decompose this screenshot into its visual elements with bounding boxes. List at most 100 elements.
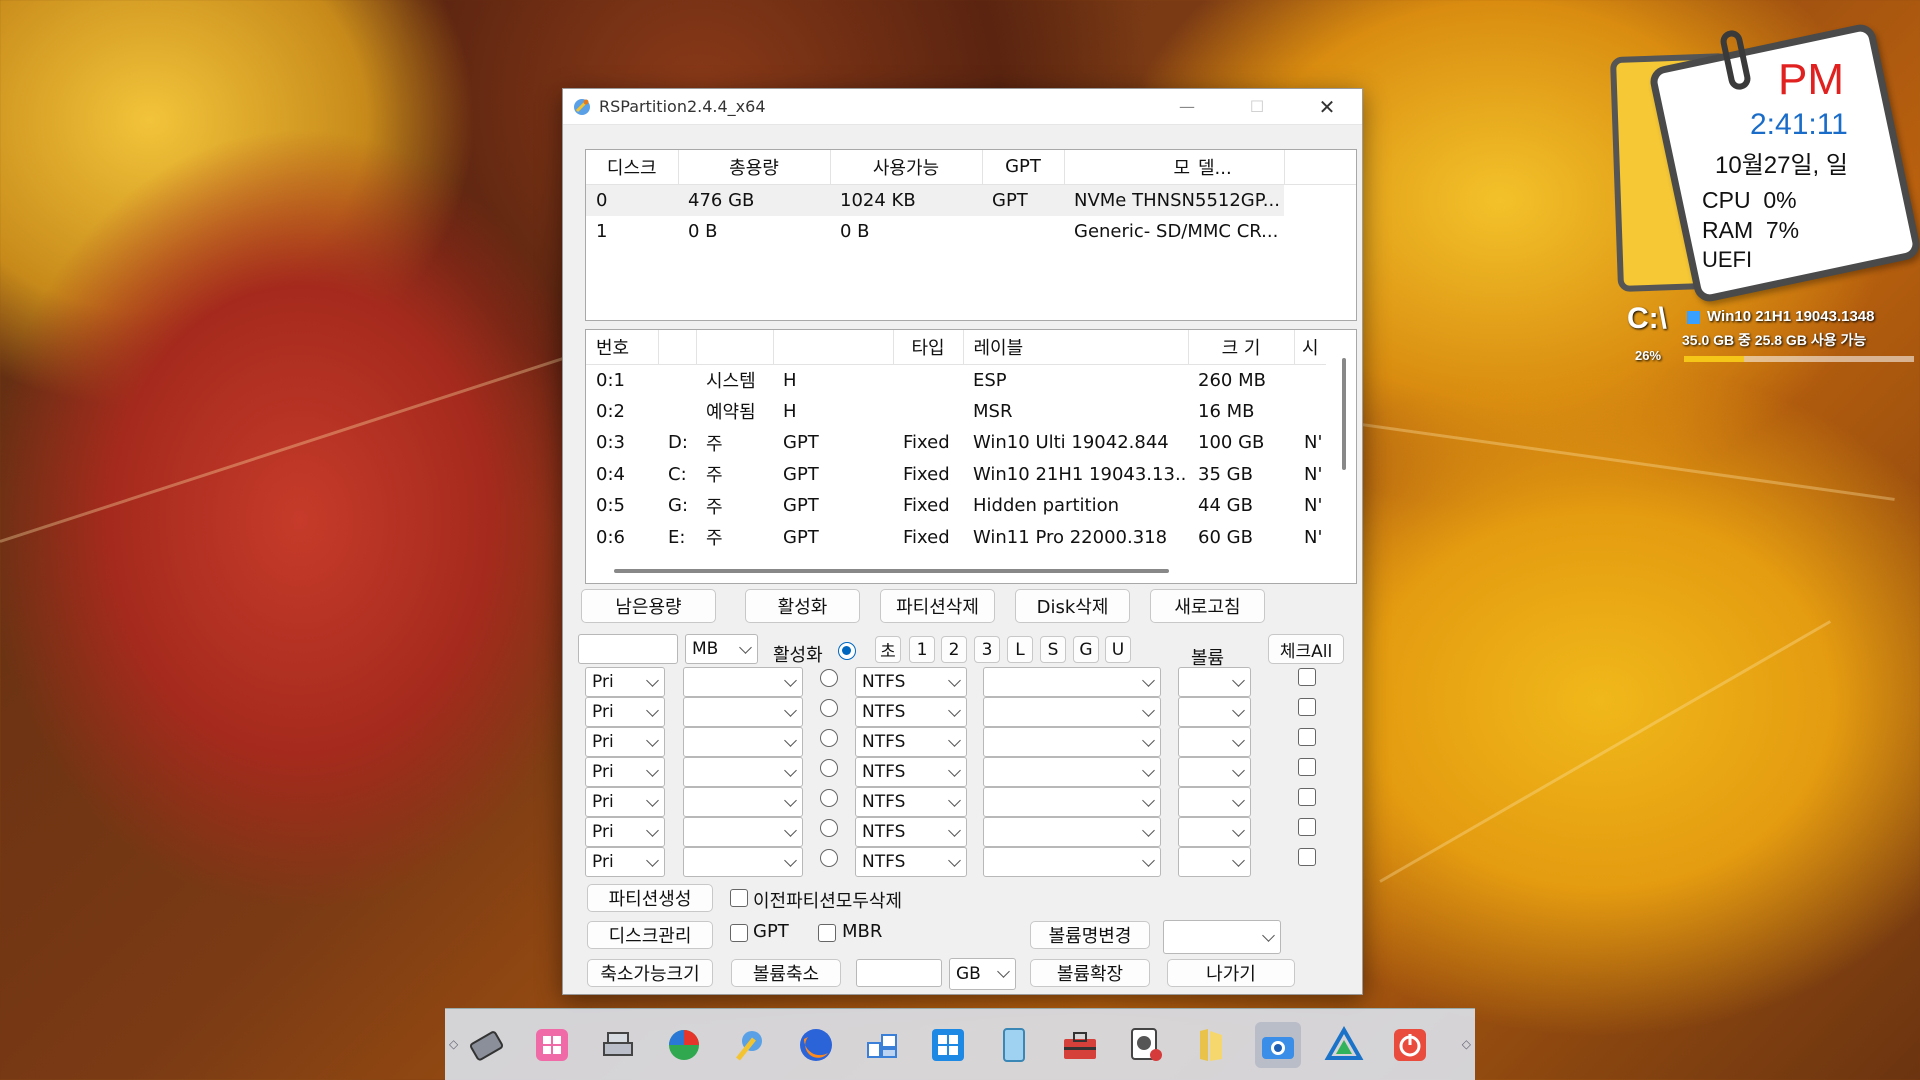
size-select[interactable] — [683, 757, 803, 787]
toolbox-icon[interactable] — [1057, 1022, 1103, 1068]
size-select[interactable] — [683, 787, 803, 817]
close-button[interactable]: ✕ — [1292, 89, 1362, 125]
active-radio[interactable] — [820, 669, 838, 687]
table-row[interactable]: 0:4 C: 주 GPT Fixed Win10 21H1 19043.13..… — [586, 459, 1326, 491]
table-row[interactable]: 0:6 E: 주 GPT Fixed Win11 Pro 22000.318 6… — [586, 522, 1326, 554]
header-number[interactable]: 번호 — [586, 330, 659, 365]
active-radio[interactable] — [838, 642, 856, 660]
type-select[interactable]: Pri — [585, 757, 665, 787]
size-select[interactable] — [683, 727, 803, 757]
shrink-size-input[interactable] — [856, 959, 942, 987]
filesystem-select[interactable]: NTFS — [855, 787, 967, 817]
power-icon[interactable] — [1387, 1022, 1433, 1068]
active-radio[interactable] — [820, 849, 838, 867]
start-menu-icon[interactable] — [529, 1022, 575, 1068]
size-select[interactable] — [683, 847, 803, 877]
taskbar-left-arrow[interactable]: ◇ — [449, 1037, 458, 1051]
type-select[interactable]: Pri — [585, 787, 665, 817]
disk-manager-icon[interactable] — [595, 1022, 641, 1068]
vertical-scrollbar[interactable] — [1342, 358, 1346, 470]
table-row[interactable]: 0:3 D: 주 GPT Fixed Win10 Ulti 19042.844 … — [586, 427, 1326, 459]
exit-button[interactable]: 나가기 — [1167, 959, 1295, 987]
delete-all-prev-checkbox[interactable] — [730, 889, 748, 907]
quick-button-g[interactable]: G — [1073, 636, 1099, 663]
type-select[interactable]: Pri — [585, 727, 665, 757]
partition-list[interactable]: 번호 타입 레이블 크 기 시 0:1 시스템 H ESP 260 MB 0:2… — [585, 329, 1357, 584]
volume-select[interactable] — [1178, 847, 1251, 877]
task-view-icon[interactable] — [859, 1022, 905, 1068]
delete-disk-button[interactable]: Disk삭제 — [1015, 589, 1130, 623]
type-select[interactable]: Pri — [585, 697, 665, 727]
row-checkbox[interactable] — [1298, 848, 1316, 866]
header-size[interactable]: 크 기 — [1188, 330, 1295, 365]
label-select[interactable] — [983, 757, 1161, 787]
remaining-button[interactable]: 남은용량 — [581, 589, 716, 623]
gpt-checkbox[interactable] — [730, 924, 748, 942]
quick-button-3[interactable]: 3 — [974, 636, 1000, 663]
row-checkbox[interactable] — [1298, 758, 1316, 776]
active-radio[interactable] — [820, 789, 838, 807]
header-label[interactable]: 레이블 — [963, 330, 1189, 365]
volume-select[interactable] — [1178, 787, 1251, 817]
size-input[interactable] — [578, 634, 678, 664]
quick-button-cho[interactable]: 초 — [875, 636, 901, 663]
label-select[interactable] — [983, 697, 1161, 727]
shrink-unit-select[interactable]: GB — [949, 958, 1016, 990]
folder-icon[interactable] — [1189, 1022, 1235, 1068]
volume-select[interactable] — [1178, 667, 1251, 697]
shrinkable-size-button[interactable]: 축소가능크기 — [587, 959, 713, 987]
filesystem-select[interactable]: NTFS — [855, 697, 967, 727]
activate-button[interactable]: 활성화 — [745, 589, 860, 623]
active-radio[interactable] — [820, 729, 838, 747]
volume-select[interactable] — [1178, 817, 1251, 847]
volume-select[interactable] — [1178, 727, 1251, 757]
size-select[interactable] — [683, 697, 803, 727]
disk-settings-icon[interactable] — [1123, 1022, 1169, 1068]
volume-rename-select[interactable] — [1163, 920, 1281, 954]
unit-select[interactable]: MB — [685, 634, 758, 664]
row-checkbox[interactable] — [1298, 668, 1316, 686]
size-select[interactable] — [683, 667, 803, 697]
maximize-button[interactable]: ☐ — [1222, 89, 1292, 125]
header-model-cont[interactable]: 델... — [1194, 150, 1285, 185]
rename-volume-button[interactable]: 볼륨명변경 — [1030, 921, 1150, 949]
check-all-button[interactable]: 체크All — [1268, 634, 1344, 664]
filesystem-select[interactable]: NTFS — [855, 667, 967, 697]
quick-button-2[interactable]: 2 — [941, 636, 967, 663]
disk-manage-button[interactable]: 디스크관리 — [587, 921, 713, 949]
type-select[interactable]: Pri — [585, 847, 665, 877]
firefox-icon[interactable] — [793, 1022, 839, 1068]
header-available[interactable]: 사용가능 — [830, 150, 983, 185]
header-kind[interactable] — [696, 330, 774, 365]
type-select[interactable]: Pri — [585, 667, 665, 697]
volume-select[interactable] — [1178, 757, 1251, 787]
volume-extend-button[interactable]: 볼륨확장 — [1030, 959, 1150, 987]
row-checkbox[interactable] — [1298, 698, 1316, 716]
triangle-app-icon[interactable] — [1321, 1022, 1367, 1068]
volume-shrink-button[interactable]: 볼륨축소 — [731, 959, 841, 987]
label-select[interactable] — [983, 847, 1161, 877]
quick-button-u[interactable]: U — [1105, 636, 1131, 663]
label-select[interactable] — [983, 817, 1161, 847]
delete-partition-button[interactable]: 파티션삭제 — [880, 589, 995, 623]
size-select[interactable] — [683, 817, 803, 847]
drive-tool-icon[interactable] — [463, 1022, 509, 1068]
header-model[interactable]: 모 — [1064, 150, 1194, 185]
notepad-icon[interactable] — [991, 1022, 1037, 1068]
filesystem-select[interactable]: NTFS — [855, 757, 967, 787]
quick-button-1[interactable]: 1 — [909, 636, 935, 663]
header-fs[interactable]: 시 — [1294, 330, 1326, 365]
label-select[interactable] — [983, 787, 1161, 817]
windows-icon[interactable] — [925, 1022, 971, 1068]
title-bar[interactable]: RSPartition2.4.4_x64 — ☐ ✕ — [563, 89, 1362, 125]
disk-list[interactable]: 디스크 총용량 사용가능 GPT 모 델... 0 476 GB 1024 KB… — [585, 149, 1357, 321]
row-checkbox[interactable] — [1298, 788, 1316, 806]
table-row[interactable]: 0:1 시스템 H ESP 260 MB — [586, 364, 1326, 396]
volume-select[interactable] — [1178, 697, 1251, 727]
table-row[interactable]: 0:5 G: 주 GPT Fixed Hidden partition 44 G… — [586, 490, 1326, 522]
rspartition-icon[interactable] — [727, 1022, 773, 1068]
quick-button-s[interactable]: S — [1040, 636, 1066, 663]
minimize-button[interactable]: — — [1152, 89, 1222, 125]
horizontal-scrollbar[interactable] — [614, 569, 1169, 573]
active-radio[interactable] — [820, 819, 838, 837]
